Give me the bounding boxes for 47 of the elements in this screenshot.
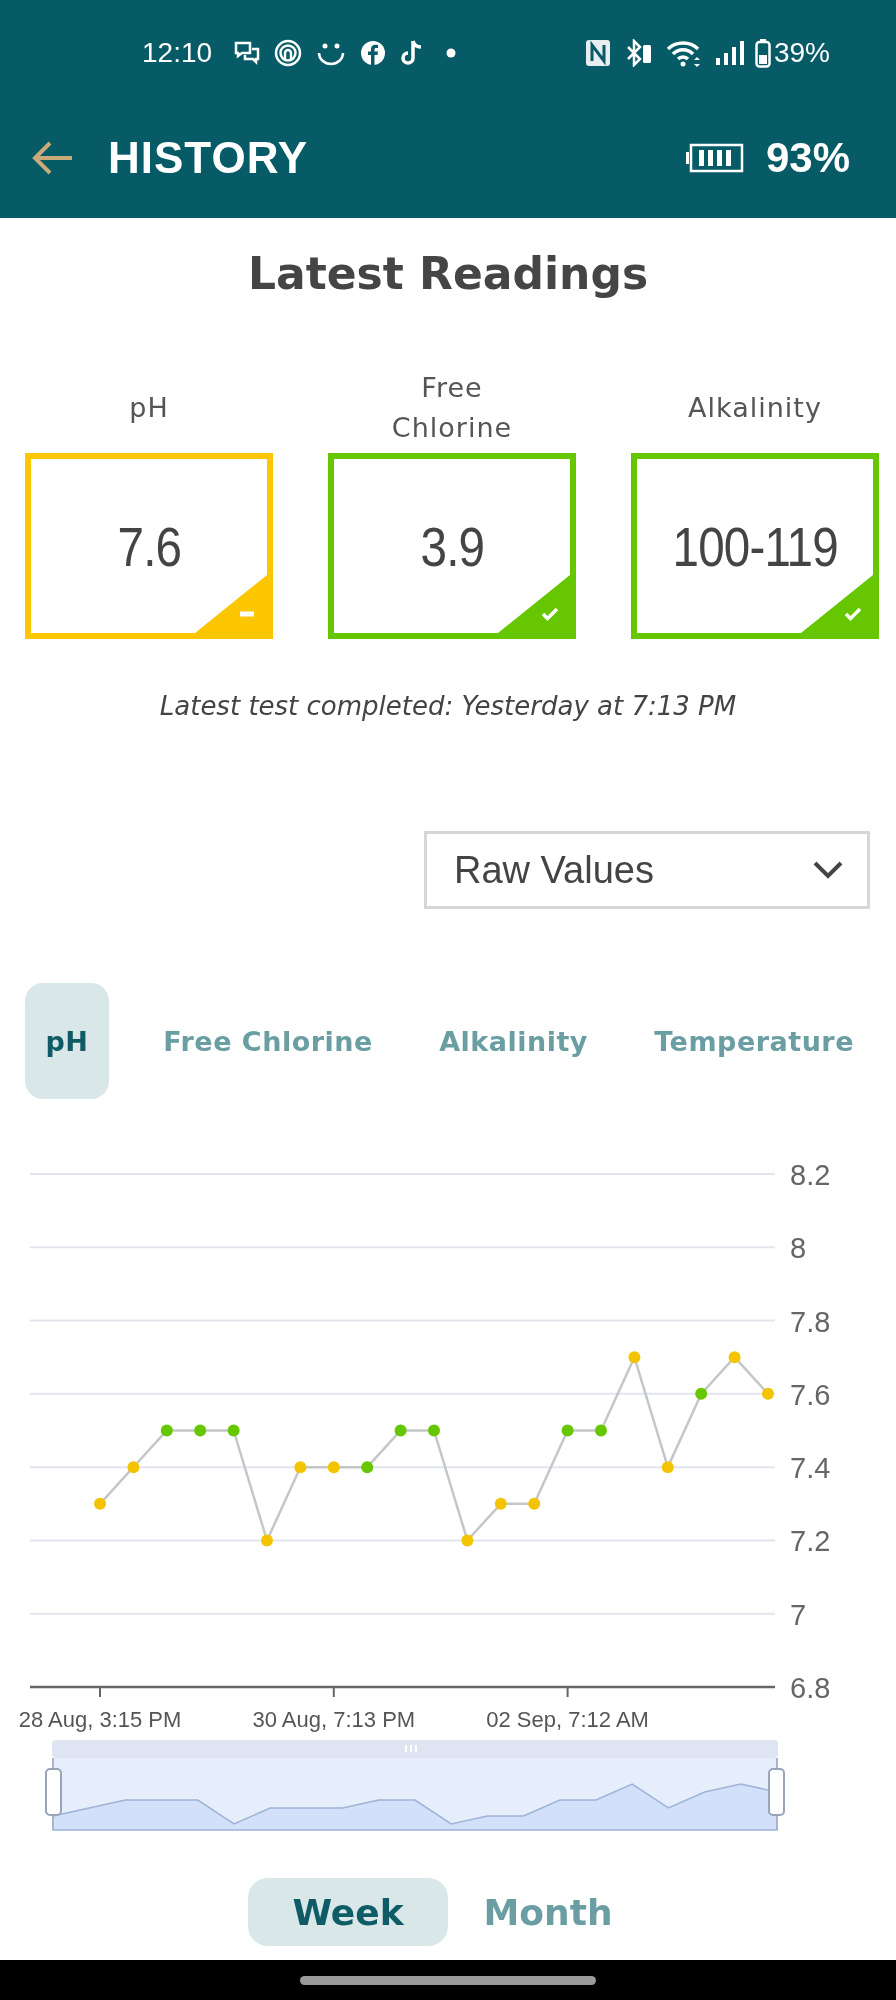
check-icon [801,575,873,633]
x-axis-label: 30 Aug, 7:13 PM [252,1707,416,1733]
battery-level-icon [685,142,744,173]
y-axis-label: 7.8 [790,1305,831,1338]
device-battery-percent: 93% [765,133,850,182]
check-icon [498,575,570,633]
facebook-icon [360,39,387,66]
reading-label: pH [128,391,170,425]
parameter-tab[interactable]: Temperature [642,983,866,1099]
dot-icon [446,47,457,58]
y-axis-label: 7.2 [790,1525,831,1558]
y-axis-label: 7.4 [790,1452,831,1485]
chat-icon [234,40,261,65]
battery-percent: 39% [773,36,830,69]
x-axis-label: 28 Aug, 3:15 PM [18,1707,182,1733]
bluetooth-icon [624,38,653,67]
reading-label: Alkalinity [687,391,823,425]
nfc-icon [584,38,611,67]
wifi-icon [666,38,701,67]
x-axis-label: 02 Sep, 7:12 AM [486,1707,649,1733]
back-arrow-icon[interactable] [32,139,74,176]
page-title: HISTORY [108,132,310,183]
chevron-down-icon [813,861,843,879]
parameter-tab[interactable]: Free Chlorine [151,983,385,1099]
signal-icon [714,39,745,66]
reading-value: 100-119 [672,513,838,579]
view-dropdown[interactable]: Raw Values [424,831,870,909]
parameter-tab[interactable]: Alkalinity [427,983,600,1099]
section-title: Latest Readings [246,247,650,301]
y-axis-label: 7.6 [790,1378,831,1411]
battery-icon [754,37,771,68]
y-axis-label: 8.2 [790,1159,831,1191]
y-axis-label: 7 [790,1598,807,1631]
test-completed-note: Latest test completed: Yesterday at 7:13 PM [158,691,738,721]
period-tab[interactable]: Month [448,1878,648,1946]
fingerprint-icon [274,38,303,67]
parameter-tab[interactable]: pH [25,983,109,1099]
reading-label: Free Chlorine [390,371,514,445]
y-axis-label: 8 [790,1232,807,1265]
clock-time: 12:10 [142,36,213,69]
period-tab[interactable]: Week [248,1878,448,1946]
y-axis-label: 6.8 [790,1672,831,1704]
range-navigator-drawing[interactable] [45,1740,785,1831]
reading-value: 3.9 [420,513,484,579]
reading-value: 7.6 [117,513,181,579]
home-indicator[interactable] [300,1975,596,1985]
minus-icon [195,575,267,633]
